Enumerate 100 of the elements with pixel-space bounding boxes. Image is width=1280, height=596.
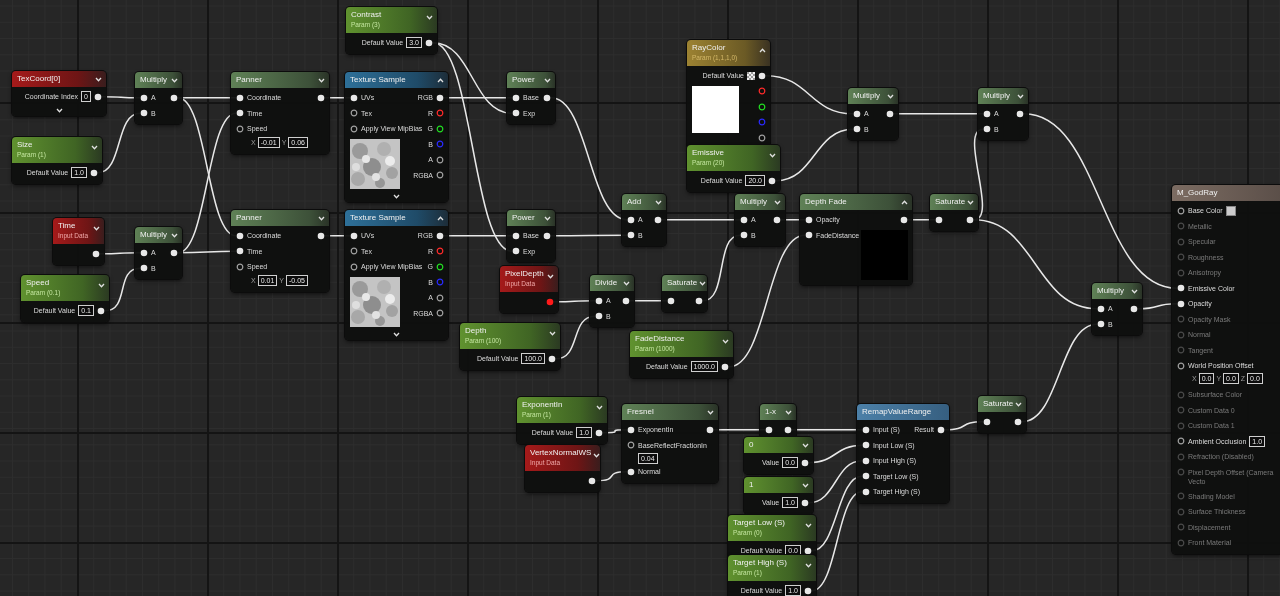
pin-icon[interactable]: [935, 215, 943, 224]
node-header[interactable]: RemapValueRange: [857, 404, 949, 420]
pin-icon[interactable]: [862, 487, 870, 496]
node-header[interactable]: Divide: [590, 275, 634, 291]
pin-icon[interactable]: [627, 425, 635, 434]
pin-icon[interactable]: [1016, 109, 1024, 118]
pin-icon[interactable]: [801, 498, 809, 507]
chevron-up-icon[interactable]: [759, 48, 766, 53]
node-header[interactable]: Panner: [231, 72, 329, 88]
node-header[interactable]: Saturate: [662, 275, 707, 291]
chevron-down-icon[interactable]: [544, 215, 551, 221]
chevron-down-icon[interactable]: [593, 453, 600, 458]
node-header[interactable]: 1: [744, 477, 813, 493]
pin-icon[interactable]: [512, 93, 520, 102]
chevron-down-icon[interactable]: [1015, 401, 1023, 407]
chevron-down-icon[interactable]: [805, 563, 812, 568]
pin-icon[interactable]: [801, 458, 809, 467]
pin-icon[interactable]: [721, 362, 729, 371]
node-header[interactable]: Power: [507, 210, 555, 226]
chevron-down-icon[interactable]: [426, 15, 433, 20]
chevron-down-icon[interactable]: [802, 442, 809, 448]
pin-icon[interactable]: [804, 546, 812, 555]
chevron-up-icon[interactable]: [437, 77, 444, 83]
pin-icon[interactable]: [627, 467, 635, 476]
pin-icon[interactable]: [436, 93, 444, 102]
pin-icon[interactable]: [784, 425, 792, 434]
pin-icon[interactable]: [627, 215, 635, 224]
pin-icon[interactable]: [862, 456, 870, 465]
pin-icon[interactable]: [805, 215, 813, 224]
pin-icon[interactable]: [1097, 320, 1105, 329]
pin-icon[interactable]: [706, 425, 714, 434]
pin-icon[interactable]: [236, 231, 244, 240]
pin-icon[interactable]: [740, 231, 748, 240]
node-header[interactable]: Multiply: [848, 88, 898, 104]
chevron-down-icon[interactable]: [93, 226, 100, 231]
pin-icon[interactable]: [1014, 417, 1022, 426]
node-header[interactable]: TexCoord[0]: [12, 71, 106, 87]
pin-icon[interactable]: [804, 586, 812, 595]
pin-icon[interactable]: [983, 109, 991, 118]
node-header[interactable]: Saturate: [978, 396, 1026, 412]
pin-icon[interactable]: [140, 109, 148, 118]
pin-icon[interactable]: [695, 296, 703, 305]
pin-icon[interactable]: [436, 124, 444, 133]
chevron-down-icon[interactable]: [596, 405, 603, 410]
pin-icon[interactable]: [595, 428, 603, 437]
chevron-down-icon[interactable]: [1017, 93, 1024, 99]
color-swatch[interactable]: [1225, 205, 1236, 216]
chevron-down-icon[interactable]: [699, 280, 707, 286]
pin-icon[interactable]: [622, 296, 630, 305]
node-header[interactable]: Panner: [231, 210, 329, 226]
pin-icon[interactable]: [1177, 299, 1185, 308]
pin-icon[interactable]: [512, 109, 520, 118]
pin-icon[interactable]: [740, 215, 748, 224]
chevron-down-icon[interactable]: [722, 339, 729, 344]
chevron-down-icon[interactable]: [655, 199, 662, 205]
pin-icon[interactable]: [548, 354, 556, 363]
pin-icon[interactable]: [588, 476, 596, 485]
chevron-down-icon[interactable]: [171, 77, 178, 83]
pin-icon[interactable]: [436, 293, 444, 302]
chevron-down-icon[interactable]: [769, 153, 776, 158]
pin-icon[interactable]: [765, 425, 773, 434]
node-header[interactable]: Add: [622, 194, 666, 210]
pin-icon[interactable]: [853, 109, 861, 118]
pin-icon[interactable]: [773, 215, 781, 224]
pin-icon[interactable]: [436, 262, 444, 271]
chevron-down-icon[interactable]: [707, 409, 714, 415]
pin-icon[interactable]: [1177, 284, 1185, 293]
pin-icon[interactable]: [94, 92, 102, 101]
chevron-down-icon[interactable]: [95, 76, 102, 82]
pin-icon[interactable]: [140, 93, 148, 102]
node-header[interactable]: 0: [744, 437, 813, 453]
pin-icon[interactable]: [350, 124, 358, 133]
pin-icon[interactable]: [350, 109, 358, 118]
pin-icon[interactable]: [512, 231, 520, 240]
pin-icon[interactable]: [317, 93, 325, 102]
pin-icon[interactable]: [627, 441, 635, 450]
chevron-down-icon[interactable]: [623, 280, 630, 286]
node-header[interactable]: Texture Sample: [345, 210, 448, 226]
node-header[interactable]: Saturate: [930, 194, 978, 210]
pin-icon[interactable]: [966, 215, 974, 224]
pin-icon[interactable]: [236, 109, 244, 118]
chevron-down-icon[interactable]: [393, 193, 400, 199]
pin-icon[interactable]: [1177, 361, 1185, 370]
chevron-down-icon[interactable]: [55, 107, 63, 113]
chevron-down-icon[interactable]: [544, 77, 551, 83]
pin-icon[interactable]: [1097, 304, 1105, 313]
chevron-down-icon[interactable]: [318, 77, 325, 83]
chevron-down-icon[interactable]: [91, 145, 98, 150]
node-header[interactable]: Multiply: [735, 194, 785, 210]
chevron-up-icon[interactable]: [901, 199, 908, 205]
pin-icon[interactable]: [92, 249, 100, 258]
chevron-down-icon[interactable]: [318, 215, 325, 221]
pin-icon[interactable]: [140, 248, 148, 257]
chevron-down-icon[interactable]: [967, 199, 975, 205]
pin-icon[interactable]: [425, 38, 433, 47]
node-header[interactable]: Depth Fade: [800, 194, 912, 210]
pin-icon[interactable]: [236, 247, 244, 256]
pin-icon[interactable]: [654, 215, 662, 224]
pin-icon[interactable]: [140, 264, 148, 273]
pin-icon[interactable]: [543, 231, 551, 240]
